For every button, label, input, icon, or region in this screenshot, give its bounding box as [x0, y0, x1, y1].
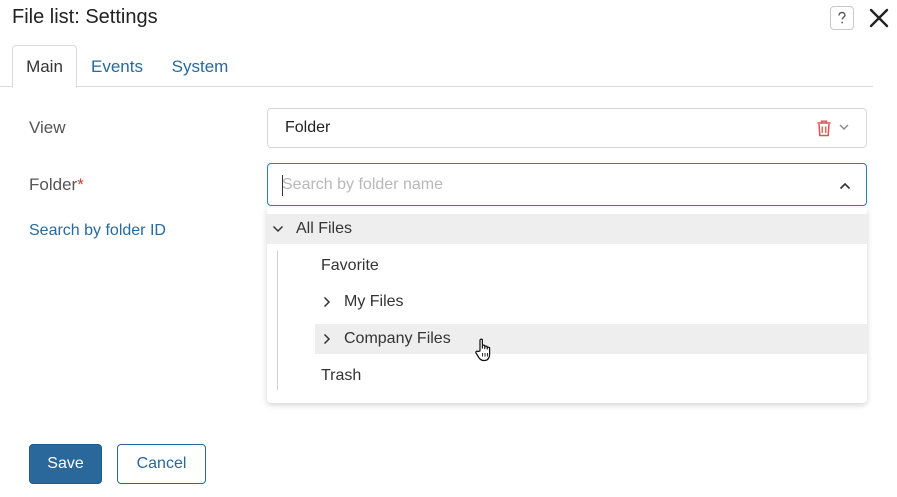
- help-button[interactable]: [830, 6, 854, 30]
- folder-label: Folder*: [29, 175, 84, 195]
- close-button[interactable]: [866, 5, 892, 31]
- tree-item-label: My Files: [344, 293, 404, 310]
- cancel-button[interactable]: Cancel: [117, 444, 206, 484]
- search-by-folder-id-link[interactable]: Search by folder ID: [29, 222, 166, 240]
- view-select-value: Folder: [285, 119, 331, 136]
- folder-label-text: Folder: [29, 175, 78, 194]
- folder-tree-dropdown: All Files Favorite My Files Company File…: [267, 208, 867, 403]
- chevron-down-icon[interactable]: [272, 223, 284, 235]
- tree-item-all-files[interactable]: All Files: [267, 214, 867, 244]
- dialog-title: File list: Settings: [12, 6, 158, 28]
- tree-item-label: All Files: [296, 220, 353, 237]
- question-icon: [838, 11, 846, 24]
- tab-bar: Main Events System: [0, 45, 873, 88]
- tree-item-label: Trash: [321, 367, 362, 384]
- tree-item-trash[interactable]: Trash: [321, 361, 361, 391]
- tree-item-label: Favorite: [321, 257, 379, 274]
- tab-main[interactable]: Main: [12, 45, 77, 88]
- tree-item-label: Company Files: [344, 330, 451, 347]
- chevron-down-icon[interactable]: [838, 121, 850, 133]
- tree-guide-line: [277, 251, 278, 390]
- chevron-right-icon[interactable]: [321, 333, 333, 345]
- text-caret: [282, 175, 283, 196]
- required-mark: *: [77, 175, 84, 194]
- tab-events[interactable]: Events: [83, 45, 151, 88]
- view-label: View: [29, 118, 66, 137]
- trash-icon[interactable]: [816, 119, 832, 137]
- view-select[interactable]: Folder: [267, 108, 867, 148]
- save-button[interactable]: Save: [29, 444, 102, 484]
- chevron-up-icon[interactable]: [838, 179, 852, 193]
- tree-item-favorite[interactable]: Favorite: [321, 251, 379, 281]
- close-icon: [869, 8, 889, 28]
- folder-search-input[interactable]: [282, 172, 822, 198]
- folder-search-field[interactable]: [267, 163, 867, 206]
- tab-system[interactable]: System: [162, 45, 238, 88]
- hand-pointer-icon: [475, 338, 491, 362]
- tree-item-company-files[interactable]: Company Files: [315, 324, 867, 354]
- chevron-right-icon[interactable]: [321, 296, 333, 308]
- tree-item-my-files[interactable]: My Files: [315, 287, 867, 317]
